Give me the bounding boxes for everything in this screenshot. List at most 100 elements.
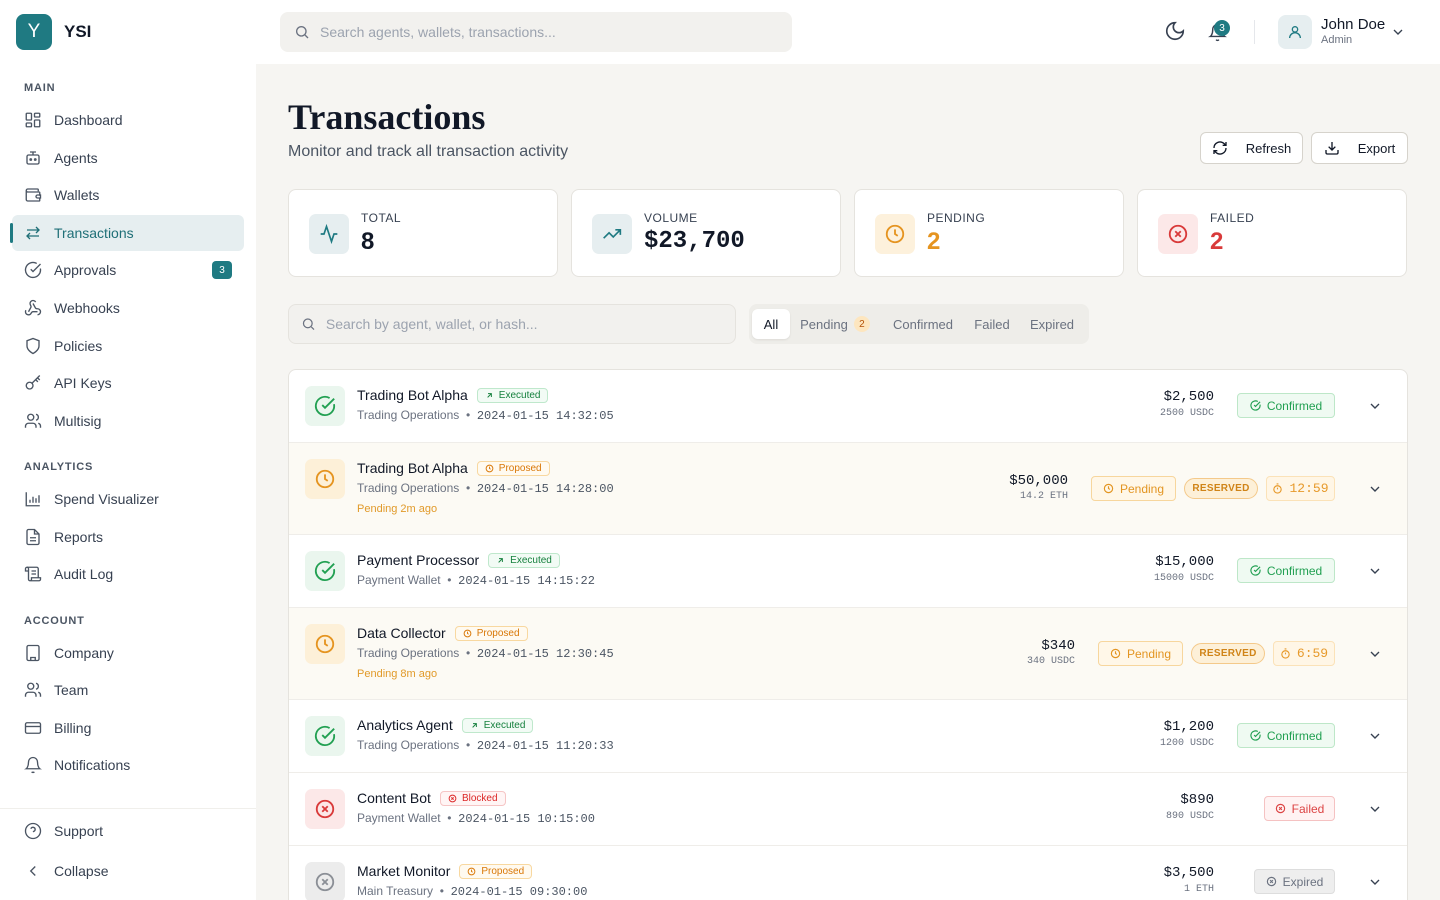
sidebar-item-dashboard[interactable]: Dashboard [12,102,244,138]
user-name[interactable]: John Doe [1321,16,1385,33]
chevron-down-icon[interactable] [1367,874,1383,890]
wallet-name: Payment Wallet [357,811,441,825]
status-label: Confirmed [1266,728,1323,743]
sidebar-item-billing[interactable]: Billing [12,710,244,746]
table-row[interactable]: Payment Processor Executed Payment Walle… [289,535,1407,608]
clock-icon [875,214,915,254]
support-link[interactable]: Support [12,813,244,849]
sidebar-item-spend-visualizer[interactable]: Spend Visualizer [12,481,244,517]
sidebar-item-wallets[interactable]: Wallets [12,177,244,213]
table-row[interactable]: Analytics Agent Executed Trading Operati… [289,700,1407,773]
check-circle-icon [305,386,345,426]
agent-name: Analytics Agent Executed [357,717,534,733]
dashboard-icon [25,112,41,128]
status-badge: Confirmed [1237,393,1335,418]
chevron-down-icon[interactable] [1367,481,1383,497]
stat-label: VOLUME [644,211,698,225]
agent-name: Payment Processor Executed [357,552,560,568]
tx-meta: Main Treasury • 2024-01-15 09:30:00 [357,884,588,899]
table-row[interactable]: Market Monitor Proposed Main Treasury • … [289,846,1407,900]
sidebar-item-label: Agents [54,150,98,166]
tab-confirmed[interactable]: Confirmed [885,309,961,339]
pending-note: Pending 8m ago [357,668,438,680]
chevron-down-icon[interactable] [1367,398,1383,414]
tab-pending[interactable]: Pending 2 [794,309,876,339]
status-label: Confirmed [1266,398,1323,413]
wallet-name: Main Treasury [357,884,434,898]
global-search-input[interactable] [320,24,760,40]
sidebar: Y YSI MAIN Dashboard Agents Wallets Tran… [0,0,256,900]
chevron-down-icon[interactable] [1367,563,1383,579]
collapse-sidebar-button[interactable]: Collapse [12,853,244,889]
sidebar-item-webhooks[interactable]: Webhooks [12,290,244,326]
tag-badge: Proposed [476,460,550,476]
transaction-search[interactable] [288,304,736,344]
check-circle-icon [305,551,345,591]
table-row[interactable]: Data Collector Proposed Trading Operatio… [289,608,1407,700]
download-icon [1325,142,1339,155]
timestamp: 2024-01-15 10:15:00 [458,812,595,826]
x-circle-icon [305,789,345,829]
sidebar-item-team[interactable]: Team [12,672,244,708]
tag-label: Blocked [461,792,498,804]
sidebar-item-label: API Keys [54,375,112,391]
avatar[interactable] [1278,15,1312,49]
sidebar-item-transactions[interactable]: Transactions [10,215,244,251]
transaction-search-input[interactable] [325,316,735,332]
stat-card-volume: VOLUME $23,700 [571,189,841,277]
refresh-button[interactable]: Refresh [1200,132,1303,164]
sidebar-item-notifications[interactable]: Notifications [12,747,244,783]
tab-all[interactable]: All [752,309,790,339]
agent-name-text: Trading Bot Alpha [357,387,468,403]
sidebar-item-audit-log[interactable]: Audit Log [12,556,244,592]
table-row[interactable]: Trading Bot Alpha Proposed Trading Opera… [289,443,1407,535]
sidebar-item-agents[interactable]: Agents [12,140,244,176]
chevron-down-icon[interactable] [1367,728,1383,744]
chevron-down-icon[interactable] [1367,801,1383,817]
notification-count-badge: 3 [1214,20,1230,36]
tag-badge: Proposed [459,863,533,879]
table-row[interactable]: Content Bot Blocked Payment Wallet • 202… [289,773,1407,846]
nav-section-main: MAIN [24,82,56,94]
tag-badge: Proposed [454,625,528,641]
sidebar-item-multisig[interactable]: Multisig [12,403,244,439]
refresh-label: Refresh [1245,140,1292,156]
status-label: Pending [1126,646,1172,661]
arrow-up-right-icon [498,557,504,563]
agent-name: Content Bot Blocked [357,790,506,806]
tag-badge: Executed [461,717,534,733]
sidebar-item-label: Audit Log [54,566,114,582]
chevron-down-icon[interactable] [1390,24,1406,40]
search-icon [296,26,309,39]
sidebar-item-company[interactable]: Company [12,635,244,671]
sidebar-item-api-keys[interactable]: API Keys [12,365,244,401]
export-label: Export [1357,140,1396,156]
chevron-down-icon[interactable] [1367,646,1383,662]
webhook-icon [24,299,42,316]
sidebar-item-approvals[interactable]: Approvals 3 [12,252,244,288]
table-row[interactable]: Trading Bot Alpha Executed Trading Opera… [289,370,1407,443]
check-circle-icon [1250,565,1261,576]
stat-value: 2 [927,228,941,255]
global-search[interactable] [280,12,792,52]
sidebar-item-label: Company [54,645,114,661]
stat-label: TOTAL [361,211,402,225]
transaction-list: Trading Bot Alpha Executed Trading Opera… [288,369,1408,900]
moon-icon[interactable] [1164,20,1186,42]
tag-label: Proposed [476,627,520,639]
sidebar-item-policies[interactable]: Policies [12,328,244,364]
amount: $50,000 [1009,473,1068,489]
tag-badge: Executed [488,552,560,568]
status-badge: Pending [1098,641,1183,666]
pending-note: Pending 2m ago [357,503,438,515]
export-button[interactable]: Export [1311,132,1408,164]
tab-expired[interactable]: Expired [1024,309,1080,339]
approvals-count-badge: 3 [212,261,232,279]
brand-logo[interactable]: Y YSI [16,14,91,50]
sidebar-item-reports[interactable]: Reports [12,519,244,555]
tab-failed[interactable]: Failed [968,309,1016,339]
stat-value: $23,700 [644,228,745,255]
sidebar-item-label: Multisig [54,413,102,429]
status-badge: Confirmed [1237,558,1335,583]
wallet-name: Trading Operations [357,481,460,495]
